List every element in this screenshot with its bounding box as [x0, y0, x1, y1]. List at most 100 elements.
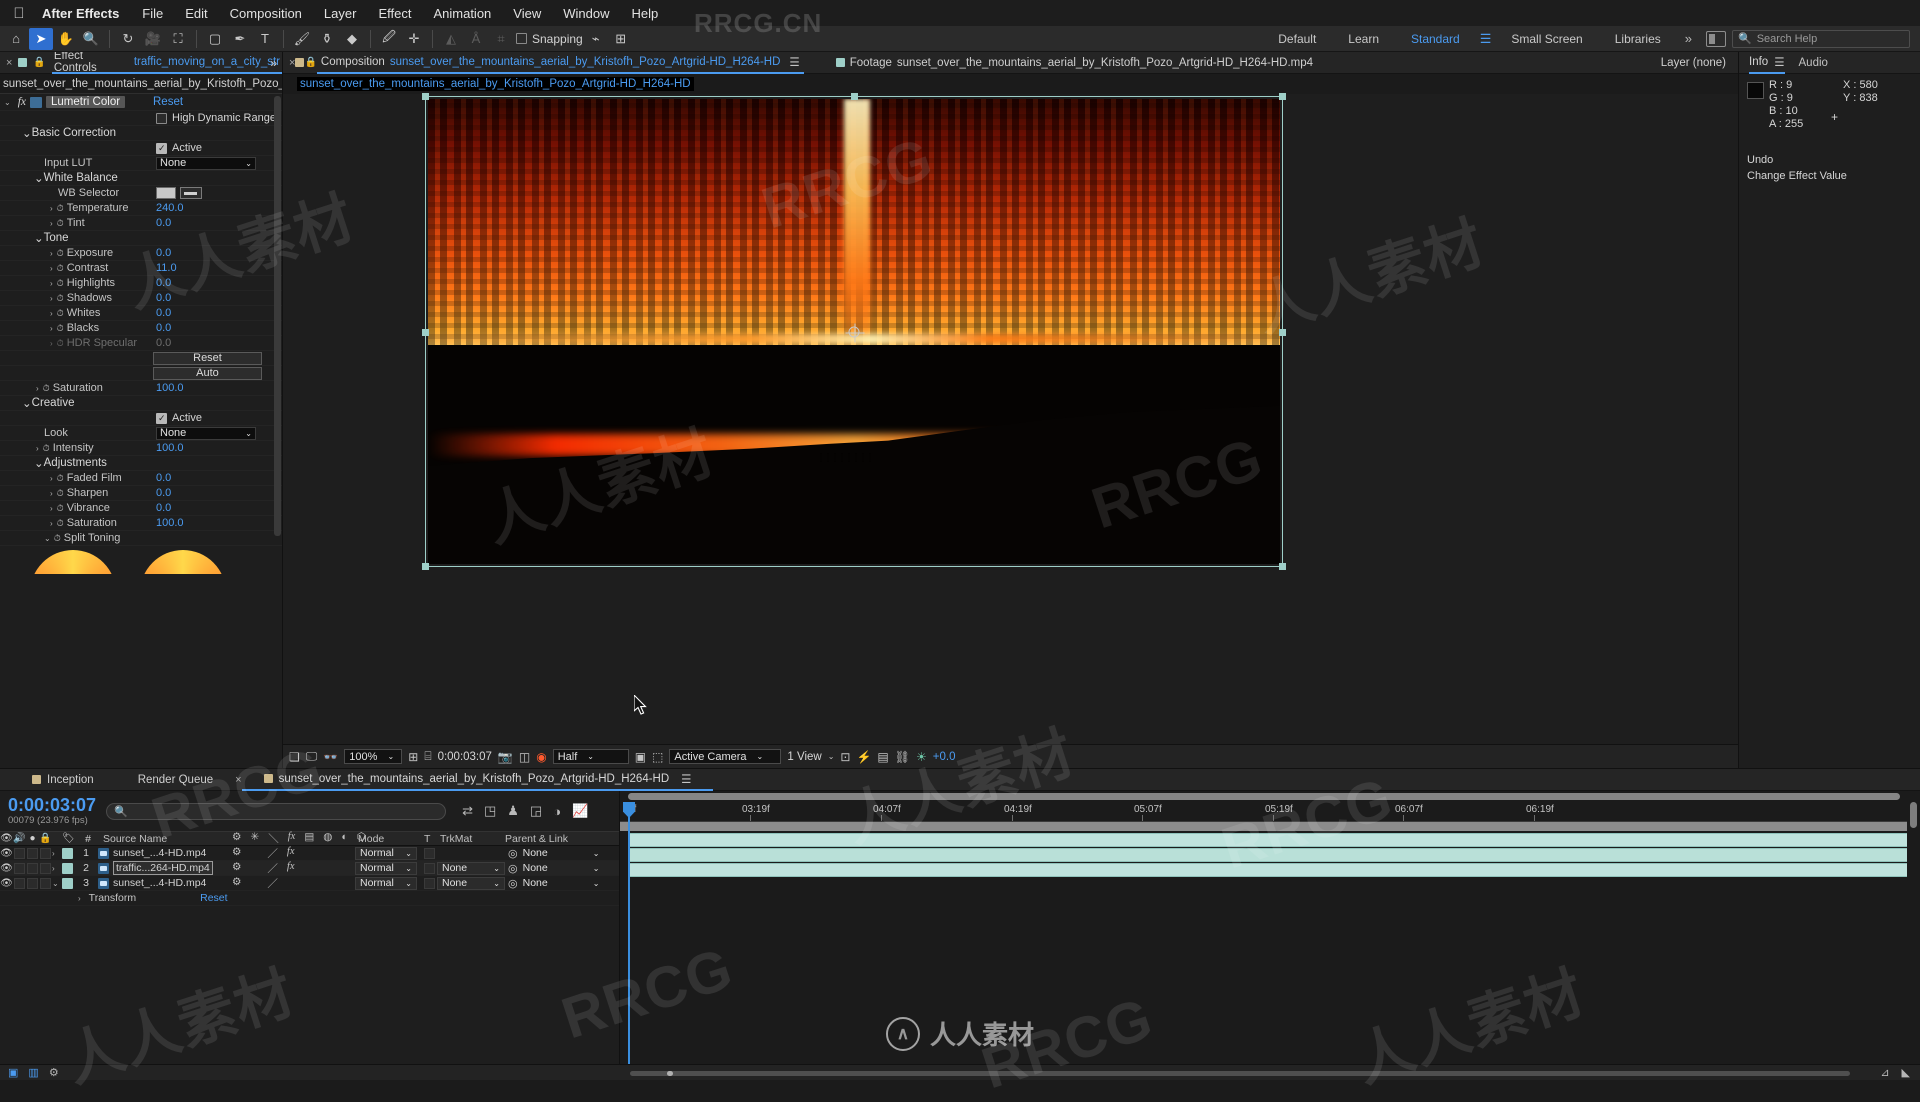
layer-2-video-toggle[interactable]: 👁 [0, 863, 13, 874]
workspace-standard[interactable]: Standard [1395, 32, 1476, 46]
chevron-down-icon-adjustments[interactable]: ⌄ [0, 456, 44, 470]
highlights-value[interactable]: 0.0 [156, 277, 171, 289]
param-exposure[interactable]: › ⏱ Exposure 0.0 [0, 246, 282, 261]
graph-editor-icon[interactable]: 📈 [572, 803, 588, 819]
composition-viewer[interactable] [283, 93, 1738, 744]
param-vibrance[interactable]: › ⏱ Vibrance 0.0 [0, 501, 282, 516]
selection-handle-tc[interactable] [851, 93, 858, 100]
param-basic-saturation[interactable]: › ⏱ Saturation 100.0 [0, 381, 282, 396]
layer-2-mode[interactable]: Normal ⌄ [355, 861, 417, 875]
basic-active-checkbox[interactable] [156, 142, 167, 154]
param-creative-saturation[interactable]: › ⏱ Saturation 100.0 [0, 516, 282, 531]
layer-2-label-color[interactable] [62, 862, 73, 874]
selection-handle-ml[interactable] [422, 328, 429, 336]
workspace-overflow-icon[interactable]: » [1677, 31, 1700, 46]
layer-1-source[interactable]: sunset_...4-HD.mp4 [98, 847, 206, 859]
split-toning-wheels[interactable] [0, 546, 282, 574]
chevron-right-icon-sharpen[interactable]: › [50, 489, 53, 498]
info-menu-icon[interactable]: ☰ [1774, 55, 1784, 69]
draft-3d-icon[interactable]: ◳ [484, 803, 496, 819]
menu-file[interactable]: File [131, 6, 174, 21]
hdr-checkbox[interactable] [156, 112, 167, 124]
comp-flowchart-icon[interactable]: ⛓ [895, 750, 910, 764]
menu-layer[interactable]: Layer [313, 6, 368, 21]
roto-brush-tool[interactable]: 🖉 [377, 28, 401, 50]
layer-2-parent[interactable]: ◎ None ⌄ [508, 862, 599, 875]
layer-2-audio-toggle[interactable] [14, 862, 25, 874]
stopwatch-icon-highlights[interactable]: ⏱ [57, 278, 64, 289]
chevron-right-icon-creativesat[interactable]: › [50, 519, 53, 528]
chevron-right-icon-temperature[interactable]: › [50, 204, 53, 213]
exposure-icon[interactable]: ☀ [916, 750, 927, 764]
exposure-value[interactable]: +0.0 [933, 751, 956, 763]
chevron-right-icon-contrast[interactable]: › [50, 264, 53, 273]
table-row[interactable]: 👁 › 1 sunset_...4-HD.mp4 ⚙ ／ fx Normal ⌄… [0, 846, 619, 861]
layer-bar-1[interactable] [628, 833, 1914, 847]
tint-value[interactable]: 0.0 [156, 217, 171, 229]
wb-color-swatch[interactable] [156, 187, 176, 199]
workspace-default[interactable]: Default [1262, 32, 1332, 46]
timeline-time-navigator[interactable] [620, 791, 1906, 802]
timeline-vertical-scroll-thumb[interactable] [1910, 802, 1917, 828]
chevron-right-icon-tint[interactable]: › [50, 219, 53, 228]
camera-dropdown[interactable]: Active Camera ⌄ [669, 749, 782, 764]
layer-3-solo-toggle[interactable] [27, 877, 38, 889]
zoom-out-icon[interactable]: ⊿ [1880, 1066, 1889, 1079]
chevron-down-icon-creative[interactable]: ⌄ [0, 396, 32, 410]
zoom-tool[interactable]: 🔍 [79, 28, 103, 50]
menu-effect[interactable]: Effect [367, 6, 422, 21]
workspace-small-screen[interactable]: Small Screen [1495, 32, 1598, 46]
layer-2-source[interactable]: traffic...264-HD.mp4 [98, 861, 213, 875]
tab-render-queue[interactable]: Render Queue [116, 769, 235, 791]
stopwatch-icon-vibrance[interactable]: ⏱ [57, 503, 64, 514]
chevron-right-icon-basicsat[interactable]: › [36, 384, 39, 393]
monitor-icon[interactable]: 🖵 [306, 749, 318, 764]
puppet-advanced-tool[interactable]: ⌗ [489, 28, 513, 50]
temperature-value[interactable]: 240.0 [156, 202, 184, 214]
apple-menu-icon[interactable]:  [8, 6, 30, 21]
chevron-down-icon-splittoning[interactable]: ⌄ [44, 534, 51, 543]
snapping-checkbox[interactable] [516, 33, 527, 44]
menu-view[interactable]: View [502, 6, 552, 21]
search-help-input[interactable]: 🔍 Search Help [1732, 29, 1910, 48]
chevron-down-icon-wb[interactable]: ⌄ [0, 171, 44, 185]
stopwatch-icon-creativesat[interactable]: ⏱ [57, 518, 64, 529]
type-tool[interactable]: T [253, 28, 277, 50]
layer-1-expand-icon[interactable]: › [52, 849, 62, 858]
table-row[interactable]: 👁 › 2 traffic...264-HD.mp4 ⚙ ／ fx Normal… [0, 861, 619, 876]
hand-tool[interactable]: ✋ [54, 28, 78, 50]
basic-saturation-value[interactable]: 100.0 [156, 382, 184, 394]
effect-controls-scrollbar[interactable] [274, 96, 281, 536]
region-icon[interactable]: ⬚ [652, 750, 663, 764]
panel-overflow-icon[interactable]: » [270, 56, 277, 70]
composition-mini-flowchart-icon[interactable]: ⇄ [462, 803, 473, 819]
tab-audio[interactable]: Audio [1799, 52, 1828, 74]
views-value[interactable]: 1 View [787, 751, 821, 763]
chevron-right-icon-vibrance[interactable]: › [50, 504, 53, 513]
3d-glasses-icon[interactable]: 👓 [323, 750, 338, 764]
composition-lock-icon[interactable]: 🔒 [304, 57, 316, 68]
tab-inception[interactable]: Inception [10, 769, 116, 791]
layer-1-parent[interactable]: ◎ None ⌄ [508, 847, 599, 860]
param-sharpen[interactable]: › ⏱ Sharpen 0.0 [0, 486, 282, 501]
blacks-value[interactable]: 0.0 [156, 322, 171, 334]
composition-subtab-name[interactable]: sunset_over_the_mountains_aerial_by_Kris… [297, 77, 694, 91]
work-area-bar[interactable] [620, 822, 1920, 831]
input-lut-dropdown[interactable]: None ⌄ [156, 156, 256, 170]
timeline-graph-area[interactable]: 7f 03:19f 04:07f 04:19f 05:07f 05:19f 06… [620, 791, 1920, 1080]
anchor-point-icon[interactable] [845, 323, 865, 342]
param-faded-film[interactable]: › ⏱ Faded Film 0.0 [0, 471, 282, 486]
layer-3-label-color[interactable] [62, 877, 73, 889]
resolution-dropdown[interactable]: Half ⌄ [552, 749, 629, 764]
selection-handle-br[interactable] [1279, 563, 1286, 570]
selection-handle-tr[interactable] [1279, 93, 1286, 100]
shadows-value[interactable]: 0.0 [156, 292, 171, 304]
layer-3-parent[interactable]: ◎ None ⌄ [508, 877, 599, 890]
snapping-toggle[interactable]: Snapping [516, 32, 583, 46]
workspace-learn[interactable]: Learn [1332, 32, 1395, 46]
zoom-level-dropdown[interactable]: 100% ⌄ [344, 749, 403, 764]
pen-tool[interactable]: ✒ [228, 28, 252, 50]
stopwatch-icon-blacks[interactable]: ⏱ [57, 323, 64, 334]
layer-2-name[interactable]: traffic...264-HD.mp4 [113, 861, 213, 875]
mask-icon[interactable]: ▣ [635, 750, 646, 764]
